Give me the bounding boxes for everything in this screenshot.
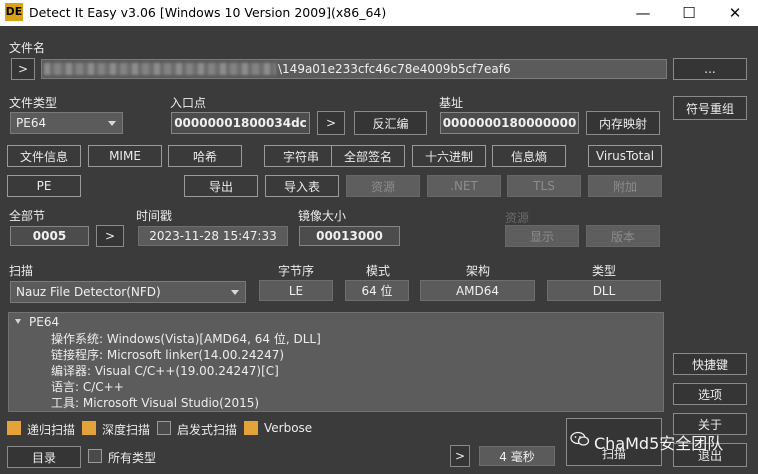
timestamp-field[interactable]: 2023-11-28 15:47:33 xyxy=(138,226,288,246)
result-compiler-line[interactable]: 编译器: Visual C/C++(19.00.24247)[C] xyxy=(51,362,279,379)
result-linker-line[interactable]: 链接程序: Microsoft linker(14.00.24247) xyxy=(51,346,284,363)
timestamp-label: 时间戳 xyxy=(136,209,173,223)
virustotal-button[interactable]: VirusTotal xyxy=(588,145,662,167)
sections-field[interactable]: 0005 xyxy=(10,226,89,246)
watermark-text: ChaMd5安全团队 xyxy=(594,434,724,453)
window-title: Detect It Easy v3.06 [Windows 10 Version… xyxy=(29,5,387,20)
verbose-checkbox[interactable] xyxy=(244,421,258,435)
entry-point-label: 入口点 xyxy=(170,96,207,110)
heuristic-scan-label[interactable]: 启发式扫描 xyxy=(177,421,237,438)
directory-button[interactable]: 目录 xyxy=(7,446,81,468)
browse-button[interactable]: ... xyxy=(673,58,747,80)
minimize-button[interactable]: — xyxy=(620,0,666,26)
endianness-label: 字节序 xyxy=(278,264,315,278)
scan-engine-select[interactable]: Nauz File Detector(NFD) xyxy=(10,281,246,303)
file-info-button[interactable]: 文件信息 xyxy=(7,145,81,167)
filetype-select[interactable]: PE64 xyxy=(10,112,123,134)
app-icon: DE xyxy=(5,3,23,21)
filename-label: 文件名 xyxy=(9,41,46,55)
chevron-down-icon xyxy=(231,290,239,295)
expand-arrow-icon[interactable] xyxy=(15,319,21,324)
disassemble-button[interactable]: 反汇编 xyxy=(354,111,427,135)
result-tool-line[interactable]: 工具: Microsoft Visual Studio(2015) xyxy=(51,394,259,411)
deep-scan-checkbox[interactable] xyxy=(82,421,96,435)
mode-field: 64 位 xyxy=(345,280,409,301)
overlay-button[interactable]: 附加 xyxy=(588,175,662,197)
strings-button[interactable]: 字符串 xyxy=(264,145,338,167)
shortcuts-button[interactable]: 快捷键 xyxy=(673,353,747,375)
image-size-field[interactable]: 00013000 xyxy=(299,226,400,246)
all-types-checkbox[interactable] xyxy=(88,449,102,463)
all-types-label[interactable]: 所有类型 xyxy=(108,449,156,466)
close-button[interactable]: ✕ xyxy=(712,0,758,26)
resources-panel-label: 资源 xyxy=(505,211,530,225)
hash-button[interactable]: 哈希 xyxy=(168,145,242,167)
scan-label: 扫描 xyxy=(9,264,34,278)
next-button[interactable]: > xyxy=(450,445,470,467)
mode-label: 模式 xyxy=(366,264,391,278)
memory-map-button[interactable]: 内存映射 xyxy=(586,111,660,135)
verbose-label[interactable]: Verbose xyxy=(264,421,312,435)
import-button[interactable]: 导入表 xyxy=(265,175,339,197)
wechat-icon xyxy=(570,431,590,446)
entropy-button[interactable]: 信息熵 xyxy=(492,145,566,167)
result-language-line[interactable]: 语言: C/C++ xyxy=(51,378,124,395)
signatures-button[interactable]: 全部签名 xyxy=(331,145,405,167)
endianness-field: LE xyxy=(259,280,333,301)
heuristic-scan-checkbox[interactable] xyxy=(157,421,171,435)
scan-time-field: 4 毫秒 xyxy=(479,446,555,466)
resources-button[interactable]: 资源 xyxy=(346,175,420,197)
filetype-label: 文件类型 xyxy=(9,96,58,110)
deep-scan-label[interactable]: 深度扫描 xyxy=(102,421,150,438)
dotnet-button[interactable]: .NET xyxy=(427,175,501,197)
show-resources-button[interactable]: 显示 xyxy=(505,225,579,247)
sections-label: 全部节 xyxy=(9,209,46,223)
maximize-button[interactable]: ☐ xyxy=(666,0,712,26)
hex-button[interactable]: 十六进制 xyxy=(412,145,486,167)
scan-engine-value: Nauz File Detector(NFD) xyxy=(16,285,161,299)
chevron-down-icon xyxy=(108,121,116,126)
image-size-label: 镜像大小 xyxy=(298,209,347,223)
recursive-scan-label[interactable]: 递归扫描 xyxy=(27,421,75,438)
result-os-line[interactable]: 操作系统: Windows(Vista)[AMD64, 64 位, DLL] xyxy=(51,330,321,347)
mime-button[interactable]: MIME xyxy=(88,145,162,167)
type-label: 类型 xyxy=(592,264,617,278)
title-bar: DE Detect It Easy v3.06 [Windows 10 Vers… xyxy=(0,0,758,26)
entry-point-field[interactable]: 00000001800034dc xyxy=(171,112,310,134)
file-path-suffix: \149a01e233cfc46c78e4009b5cf7eaf6 xyxy=(278,62,511,76)
symbols-button[interactable]: 符号重组 xyxy=(673,96,747,120)
recursive-scan-checkbox[interactable] xyxy=(7,421,21,435)
tls-button[interactable]: TLS xyxy=(507,175,581,197)
sections-go-button[interactable]: > xyxy=(96,225,124,247)
version-button[interactable]: 版本 xyxy=(586,225,660,247)
scan-results-tree[interactable]: PE64 操作系统: Windows(Vista)[AMD64, 64 位, D… xyxy=(8,312,664,412)
base-address-field[interactable]: 0000000180000000 xyxy=(440,112,579,134)
export-button[interactable]: 导出 xyxy=(184,175,258,197)
entry-point-go-button[interactable]: > xyxy=(317,111,345,135)
filetype-value: PE64 xyxy=(16,116,47,130)
pe-button[interactable]: PE xyxy=(7,175,81,197)
redacted-path-segment xyxy=(44,63,276,75)
file-path-field[interactable]: \149a01e233cfc46c78e4009b5cf7eaf6 xyxy=(41,59,667,79)
results-root-item[interactable]: PE64 xyxy=(29,315,59,329)
file-open-arrow-button[interactable]: > xyxy=(11,58,35,80)
options-button[interactable]: 选项 xyxy=(673,383,747,405)
arch-label: 架构 xyxy=(466,264,491,278)
type-field: DLL xyxy=(547,280,661,301)
arch-field: AMD64 xyxy=(420,280,535,301)
base-address-label: 基址 xyxy=(439,96,464,110)
